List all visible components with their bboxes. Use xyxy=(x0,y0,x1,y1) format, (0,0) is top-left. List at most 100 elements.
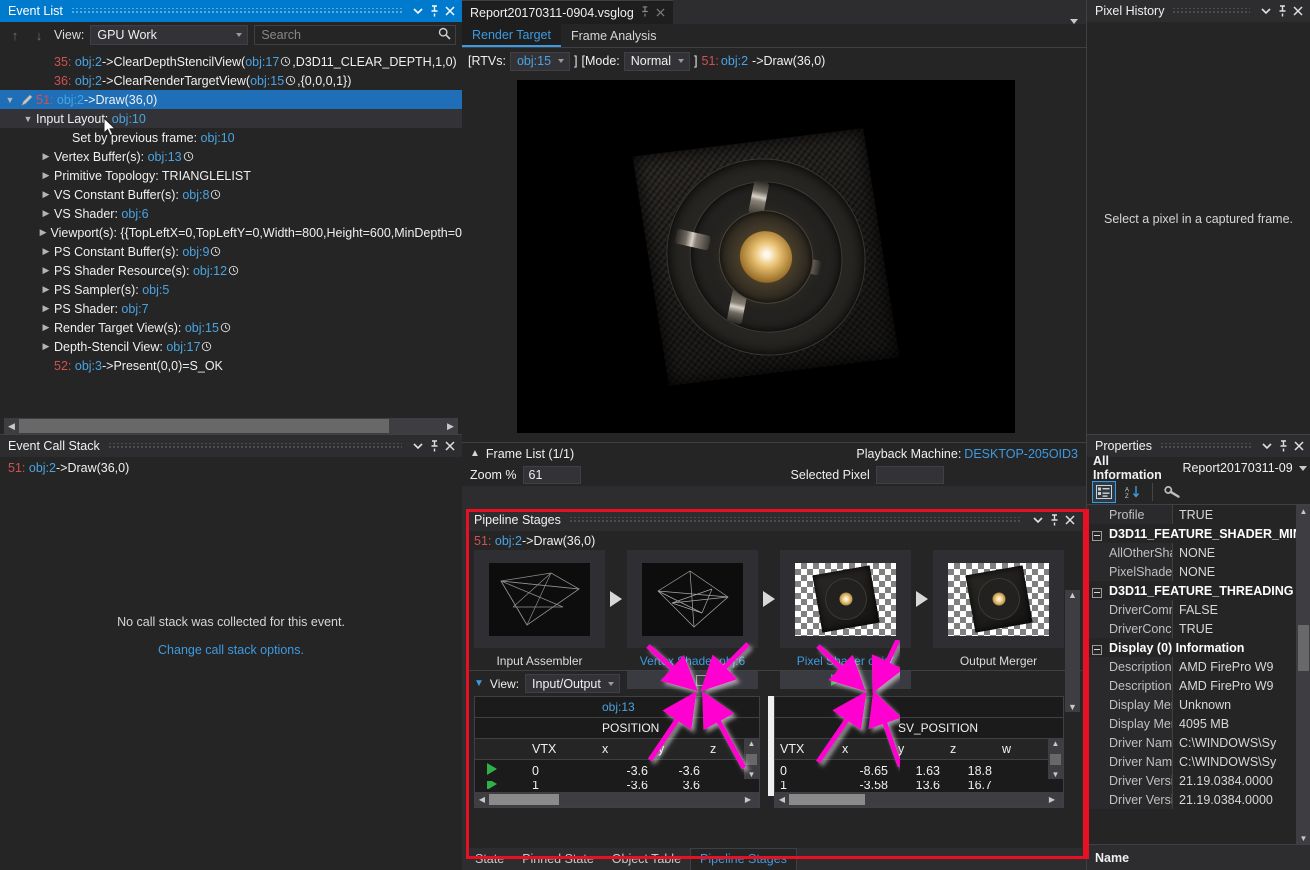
vscroll-thumb[interactable] xyxy=(1298,625,1309,671)
property-value[interactable]: 4095 MB xyxy=(1173,717,1310,731)
property-row[interactable]: AllOtherShaderSNONE xyxy=(1087,543,1310,562)
expander-right-icon[interactable]: ▶ xyxy=(38,322,54,333)
stop-icon[interactable] xyxy=(696,674,707,686)
scroll-down-icon[interactable]: ▼ xyxy=(748,770,756,779)
collapse-icon[interactable] xyxy=(1092,587,1102,598)
scroll-up-icon[interactable]: ▲ xyxy=(1300,507,1308,516)
frame-list-bar[interactable]: ▲ Frame List (1/1) Playback Machine: DES… xyxy=(462,442,1086,464)
chevron-up-icon[interactable]: ▲ xyxy=(470,448,480,459)
properties-pin-icon[interactable] xyxy=(1275,437,1291,455)
state-object-ref[interactable]: obj:15 xyxy=(185,321,219,335)
pipeline-dropdown-icon[interactable] xyxy=(1030,511,1046,529)
expander-right-icon[interactable]: ▶ xyxy=(38,189,54,200)
stage-label[interactable]: Pixel Shader obj:7 xyxy=(780,651,911,671)
pipeline-stage-pixel-shader[interactable]: Pixel Shader obj:7 xyxy=(780,550,911,689)
document-tab[interactable]: Report20170311-0904.vsglog xyxy=(462,0,673,24)
bottom-tab-object-table[interactable]: Object Table xyxy=(603,849,690,870)
property-pages-icon[interactable] xyxy=(1160,481,1184,503)
property-row[interactable]: Driver Name C:\WINDOWS\Sy xyxy=(1087,752,1310,771)
hscroll-thumb[interactable] xyxy=(489,794,559,805)
event-object-ref[interactable]: obj:17 xyxy=(245,55,279,69)
pipeline-stage-input-assembler[interactable]: Input Assembler xyxy=(474,550,605,671)
property-row[interactable]: Driver Name C:\WINDOWS\Sy xyxy=(1087,733,1310,752)
property-value[interactable]: TRUE xyxy=(1173,508,1310,522)
property-group-row[interactable]: Display (0) Information xyxy=(1087,638,1310,657)
state-object-ref[interactable]: obj:10 xyxy=(201,131,235,145)
properties-dropdown-icon[interactable] xyxy=(1259,437,1275,455)
left-table-hscrollbar[interactable]: ◀ ▶ xyxy=(475,792,759,807)
property-value[interactable]: TRUE xyxy=(1173,622,1310,636)
right-table-hscrollbar[interactable]: ◀ ▶ xyxy=(775,792,1063,807)
stage-thumbnail-box[interactable] xyxy=(780,550,911,648)
tab-frame-analysis[interactable]: Frame Analysis xyxy=(561,24,666,47)
state-object-ref[interactable]: obj:17 xyxy=(166,340,200,354)
property-row[interactable]: Driver Version21.19.0384.0000 xyxy=(1087,790,1310,809)
stage-thumbnail-box[interactable] xyxy=(474,550,605,648)
event-tree[interactable]: 35: obj:2 ->ClearDepthStencilView(obj:17,… xyxy=(0,52,462,410)
table-row[interactable]: 0 -8.65 1.63 18.8 xyxy=(775,760,1063,781)
tab-render-target[interactable]: Render Target xyxy=(462,24,561,47)
event-tree-row[interactable]: ▶ VS Shader: obj:6 xyxy=(0,204,462,223)
stop-icon[interactable] xyxy=(849,674,860,686)
expander-down-icon[interactable]: ▼ xyxy=(2,95,18,105)
chevron-down-icon[interactable]: ▼ xyxy=(474,678,484,689)
expander-right-icon[interactable]: ▶ xyxy=(38,341,54,352)
table-row[interactable]: 1 -3.6 3.6 xyxy=(475,781,759,789)
call-stack-options-link[interactable]: Change call stack options. xyxy=(0,643,462,657)
event-tree-row[interactable]: ▶ VS Constant Buffer(s): obj:8 xyxy=(0,185,462,204)
left-table-vscrollbar[interactable]: ▲ ▼ xyxy=(744,739,759,779)
document-tab-overflow-icon[interactable] xyxy=(1070,19,1078,24)
scroll-right-icon[interactable]: ▶ xyxy=(443,421,458,432)
collapse-icon[interactable] xyxy=(1092,530,1102,541)
state-object-ref[interactable]: obj:13 xyxy=(148,150,182,164)
event-list-pin-icon[interactable] xyxy=(426,2,442,20)
vertex-input-table[interactable]: obj:13 POSITION VTX x y z 0 -3.6 -3.6 1 … xyxy=(474,696,760,808)
property-row[interactable]: Display MemoryUnknown xyxy=(1087,695,1310,714)
event-tree-row[interactable]: ▶ PS Shader: obj:7 xyxy=(0,299,462,318)
event-tree-row[interactable]: ▶ Depth-Stencil View: obj:17 xyxy=(0,337,462,356)
view-select[interactable]: GPU Work xyxy=(90,25,249,45)
playback-machine-value[interactable]: DESKTOP-205OID3 xyxy=(964,447,1078,461)
bottom-tab-pipeline-stages[interactable]: Pipeline Stages xyxy=(690,848,797,870)
property-row[interactable]: Description AMD FirePro W9 xyxy=(1087,657,1310,676)
event-tree-row[interactable]: ▶ PS Shader Resource(s): obj:12 xyxy=(0,261,462,280)
expander-right-icon[interactable]: ▶ xyxy=(38,170,54,181)
event-list-hscrollbar[interactable]: ◀ ▶ xyxy=(4,418,458,434)
document-tab-pin-icon[interactable] xyxy=(640,5,650,20)
event-tree-row[interactable]: ▶ Vertex Buffer(s): obj:13 xyxy=(0,147,462,166)
expander-right-icon[interactable]: ▶ xyxy=(38,208,54,219)
property-value[interactable]: C:\WINDOWS\Sy xyxy=(1173,736,1310,750)
call-stack-pin-icon[interactable] xyxy=(426,437,442,455)
state-object-ref[interactable]: obj:6 xyxy=(121,207,148,221)
event-tree-row[interactable]: Set by previous frame: obj:10 xyxy=(0,128,462,147)
event-tree-row[interactable]: ▶ PS Sampler(s): obj:5 xyxy=(0,280,462,299)
property-value[interactable]: NONE xyxy=(1173,546,1310,560)
search-input[interactable]: Search xyxy=(254,25,456,45)
table-row[interactable]: 0 -3.6 -3.6 xyxy=(475,760,759,781)
property-group-row[interactable]: D3D11_FEATURE_THREADING xyxy=(1087,581,1310,600)
pipeline-stage-output-merger[interactable]: Output Merger xyxy=(933,550,1064,671)
categorized-icon[interactable] xyxy=(1092,480,1116,503)
expander-right-icon[interactable]: ▶ xyxy=(38,265,54,276)
mode-select[interactable]: Normal xyxy=(623,51,691,71)
property-row[interactable]: Description AMD FirePro W9 xyxy=(1087,676,1310,695)
zoom-input[interactable]: 61 xyxy=(522,466,581,484)
scroll-right-icon[interactable]: ▶ xyxy=(737,795,759,804)
event-list-dropdown-icon[interactable] xyxy=(410,2,426,20)
play-icon[interactable] xyxy=(678,674,688,686)
play-icon[interactable] xyxy=(831,674,841,686)
expander-right-icon[interactable]: ▶ xyxy=(38,151,54,162)
property-value[interactable]: Unknown xyxy=(1173,698,1310,712)
event-tree-row[interactable]: ▼ Input Layout: obj:10 xyxy=(0,109,462,128)
selected-pixel-input[interactable] xyxy=(875,466,944,484)
event-tree-row[interactable]: 36: obj:2 ->ClearRenderTargetView(obj:15,… xyxy=(0,71,462,90)
alphabetical-sort-icon[interactable]: A Z xyxy=(1121,481,1145,503)
arrow-down-icon[interactable]: ↓ xyxy=(30,25,48,45)
scroll-up-icon[interactable]: ▲ xyxy=(1052,739,1060,748)
property-value[interactable]: AMD FirePro W9 xyxy=(1173,679,1310,693)
event-tree-row[interactable]: 52: obj:3 ->Present(0,0)=S_OK xyxy=(0,356,462,375)
property-row[interactable]: Driver Version21.19.0384.0000 xyxy=(1087,771,1310,790)
property-row[interactable]: Profile TRUE xyxy=(1087,505,1310,524)
hscroll-track[interactable] xyxy=(19,418,443,434)
pipeline-close-icon[interactable] xyxy=(1062,511,1078,529)
